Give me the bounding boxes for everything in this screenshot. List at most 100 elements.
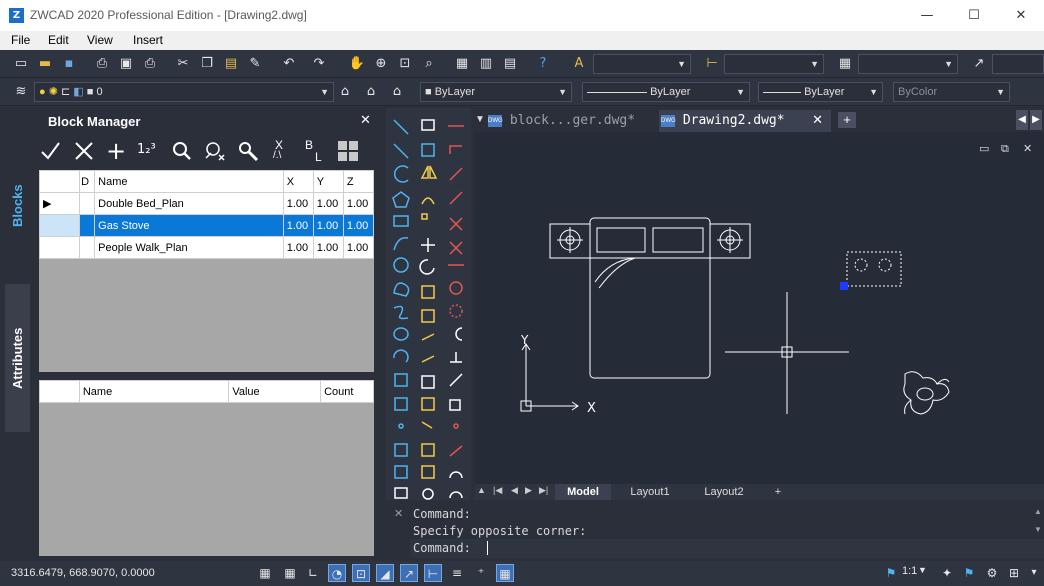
column-header-x[interactable]: X — [282, 170, 314, 193]
coordinates-readout[interactable]: 3316.6479, 668.9070, 0.0000 — [11, 567, 155, 579]
grid-display-icon[interactable]: ▦ — [281, 564, 299, 582]
maximize-button[interactable]: ☐ — [951, 0, 997, 31]
table-row[interactable]: ▶ Double Bed_Plan 1.00 1.00 1.00 — [38, 192, 375, 215]
polar-tracking-icon[interactable]: ◔ — [328, 564, 346, 582]
x-cell[interactable]: 1.00 — [282, 192, 314, 215]
menu-file[interactable]: File — [11, 33, 30, 47]
dynamic-input-icon[interactable]: ↗ — [400, 564, 418, 582]
xbl-icon[interactable]: X /.\ — [273, 138, 293, 164]
tab-block-manager-dwg[interactable]: DWG block...ger.dwg* — [488, 110, 658, 132]
block-name-cell[interactable]: People Walk_Plan — [94, 236, 284, 259]
plus-icon[interactable]: + — [106, 137, 126, 165]
y-cell[interactable]: 1.00 — [312, 236, 344, 259]
settings-gear-icon[interactable]: ⚙ — [983, 564, 1001, 582]
cut-icon[interactable]: ✂ — [174, 55, 192, 73]
annotation-scale[interactable]: 1:1 — [902, 565, 917, 577]
tool-palettes-icon[interactable]: ▤ — [501, 55, 519, 73]
table-row[interactable]: Gas Stove 1.00 1.00 1.00 — [38, 214, 375, 237]
redo-icon[interactable]: ↷ — [310, 55, 328, 73]
search-icon[interactable] — [171, 140, 193, 162]
print-icon[interactable]: ⎙ — [93, 55, 111, 73]
grid-view-icon[interactable] — [337, 140, 359, 162]
status-menu-icon[interactable]: ▾ — [1025, 564, 1043, 582]
text-style-icon[interactable]: A — [570, 55, 588, 73]
z-cell[interactable]: 1.00 — [342, 236, 375, 259]
command-input-row[interactable]: Command: — [410, 539, 1044, 558]
drawing-canvas[interactable]: ▭ ⧉ ✕ Y X — [475, 132, 1044, 484]
last-layout-icon[interactable]: ▶| — [539, 485, 548, 496]
clean-screen-icon[interactable]: ⊞ — [1005, 564, 1023, 582]
viewport-restore-icon[interactable]: ⧉ — [1001, 142, 1009, 155]
tab-layout2[interactable]: Layout2 — [689, 484, 759, 500]
block-name-cell[interactable]: Double Bed_Plan — [94, 192, 284, 215]
column-header-name[interactable]: Name — [78, 380, 230, 403]
layer-state-icon[interactable]: ⌂ — [388, 83, 406, 101]
scroll-down-icon[interactable]: ▼ — [1034, 525, 1042, 534]
transparency-icon[interactable]: ≡ — [448, 564, 466, 582]
column-header-d[interactable]: D — [79, 170, 96, 193]
color-dropdown[interactable]: ■ ByLayer ▼ — [420, 82, 572, 102]
tab-drawing2-dwg[interactable]: DWG Drawing2.dwg* ✕ — [659, 110, 831, 132]
tab-layout1[interactable]: Layout1 — [617, 484, 683, 500]
design-center-icon[interactable]: ▥ — [477, 55, 495, 73]
close-window-button[interactable]: ✕ — [998, 0, 1044, 31]
prev-layout-first-icon[interactable]: |◀ — [493, 485, 502, 496]
close-tab-icon[interactable]: ✕ — [812, 110, 823, 132]
scroll-up-icon[interactable]: ▲ — [1034, 507, 1042, 516]
dim-style-icon[interactable]: ⊢ — [703, 55, 721, 73]
close-command-icon[interactable]: ✕ — [394, 507, 403, 520]
auto-scale-icon[interactable]: ✦ — [938, 564, 956, 582]
search-clear-icon[interactable] — [203, 140, 227, 162]
viewport-minimize-icon[interactable]: ▭ — [979, 142, 989, 155]
x-cell[interactable]: 1.00 — [282, 236, 314, 259]
column-header-value[interactable]: Value — [228, 380, 322, 403]
table-row[interactable]: People Walk_Plan 1.00 1.00 1.00 — [38, 236, 375, 259]
viewport-close-icon[interactable]: ✕ — [1023, 142, 1032, 155]
column-header-count[interactable]: Count — [320, 380, 374, 403]
z-cell[interactable]: 1.00 — [342, 214, 375, 237]
minimize-button[interactable]: — — [904, 0, 950, 31]
open-folder-icon[interactable]: ▬ — [36, 55, 54, 73]
zoom-realtime-icon[interactable]: ⊕ — [372, 55, 390, 73]
drawing-area[interactable]: ▭ ⧉ ✕ Y X — [475, 132, 1044, 484]
z-cell[interactable]: 1.00 — [342, 192, 375, 215]
save-icon[interactable]: ▪ — [60, 55, 78, 73]
table-style-dropdown[interactable]: ▼ — [858, 54, 958, 74]
first-layout-icon[interactable]: ▲ — [477, 485, 486, 495]
layer-previous-icon[interactable]: ⌂ — [362, 83, 380, 101]
lineweight-toggle-icon[interactable]: ⊢ — [424, 564, 442, 582]
cross-icon[interactable] — [73, 140, 95, 162]
pan-icon[interactable]: ✋ — [348, 55, 366, 73]
copy-icon[interactable]: ❐ — [198, 55, 216, 73]
menu-edit[interactable]: Edit — [48, 33, 69, 47]
find-icon[interactable] — [237, 140, 259, 162]
gas-stove-drawing[interactable] — [840, 251, 902, 290]
object-snap-tracking-icon[interactable]: ◢ — [376, 564, 394, 582]
attributes-tab[interactable]: Attributes — [5, 284, 30, 432]
paste-icon[interactable]: ▤ — [222, 55, 240, 73]
undo-icon[interactable]: ↶ — [280, 55, 298, 73]
prev-layout-icon[interactable]: ◀ — [511, 485, 518, 496]
y-cell[interactable]: 1.00 — [312, 192, 344, 215]
close-panel-icon[interactable]: ✕ — [360, 113, 371, 128]
add-layout-button[interactable]: + — [765, 484, 791, 500]
plot-icon[interactable]: ⎙ — [141, 55, 159, 73]
multileader-style-icon[interactable]: ↗ — [970, 55, 988, 73]
column-header-name[interactable]: Name — [94, 170, 284, 193]
print-preview-icon[interactable]: ▣ — [117, 55, 135, 73]
match-properties-icon[interactable]: ✎ — [246, 55, 264, 73]
y-cell[interactable]: 1.00 — [312, 214, 344, 237]
tabs-scroll-left-icon[interactable]: ◀ — [1016, 110, 1028, 130]
column-header-z[interactable]: Z — [342, 170, 375, 193]
menu-insert[interactable]: Insert — [133, 33, 163, 47]
column-header-y[interactable]: Y — [312, 170, 344, 193]
plotstyle-dropdown[interactable]: ByColor ▼ — [893, 82, 1010, 102]
tabs-scroll-right-icon[interactable]: ▶ — [1030, 110, 1042, 130]
tab-list-icon[interactable]: ▼ — [475, 114, 485, 125]
multileader-style-dropdown[interactable] — [992, 54, 1044, 74]
make-current-layer-icon[interactable]: ⌂ — [336, 83, 354, 101]
quick-properties-icon[interactable]: ⁺ — [472, 564, 490, 582]
grid-snap-icon[interactable]: ▦ — [256, 564, 274, 582]
linetype-dropdown[interactable]: ByLayer ▼ — [582, 82, 750, 102]
layer-manager-icon[interactable]: ≋ — [12, 83, 30, 101]
